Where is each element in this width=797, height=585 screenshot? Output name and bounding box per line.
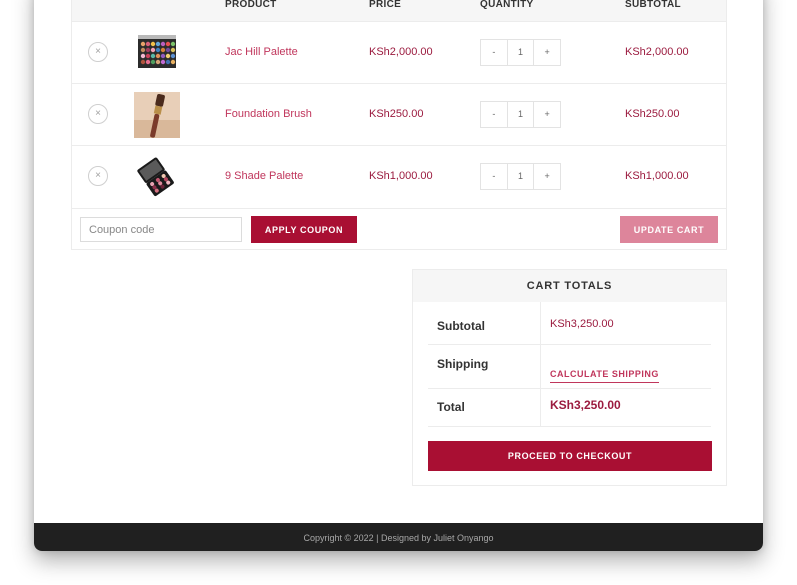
product-name-link[interactable]: Jac Hill Palette <box>225 46 298 58</box>
product-name-link[interactable]: Foundation Brush <box>225 108 312 120</box>
copyright-text: Copyright © 2022 | Designed by Juliet On… <box>303 533 494 543</box>
header-quantity: QUANTITY <box>480 0 534 10</box>
line-subtotal: KSh250.00 <box>625 108 680 120</box>
product-price: KSh2,000.00 <box>369 46 433 58</box>
subtotal-label: Subtotal <box>437 319 485 333</box>
remove-item-button[interactable]: × <box>88 166 108 186</box>
line-subtotal: KSh1,000.00 <box>625 170 689 182</box>
header-subtotal: SUBTOTAL <box>625 0 681 10</box>
proceed-to-checkout-button[interactable]: PROCEED TO CHECKOUT <box>428 441 712 471</box>
shipping-label: Shipping <box>437 357 489 371</box>
product-name-link[interactable]: 9 Shade Palette <box>225 170 303 182</box>
remove-item-button[interactable]: × <box>88 104 108 124</box>
subtotal-value: KSh3,250.00 <box>550 318 614 330</box>
compact-palette-thumbnail[interactable] <box>134 154 180 200</box>
shipping-row: Shipping CALCULATE SHIPPING <box>428 344 711 389</box>
quantity-increase-button[interactable]: + <box>534 40 560 65</box>
calculate-shipping-link[interactable]: CALCULATE SHIPPING <box>550 369 659 383</box>
browser-window: PRODUCT PRICE QUANTITY SUBTOTAL × Jac Hi… <box>34 0 763 551</box>
cart-table: PRODUCT PRICE QUANTITY SUBTOTAL × Jac Hi… <box>71 0 727 250</box>
total-value: KSh3,250.00 <box>550 398 621 412</box>
remove-item-button[interactable]: × <box>88 42 108 62</box>
cart-row: × 9 Shade Palette KSh1,000.00 - 1 + KSh1… <box>72 145 726 208</box>
header-product: PRODUCT <box>225 0 277 10</box>
cart-totals: CART TOTALS Subtotal KSh3,250.00 Shippin… <box>412 269 727 486</box>
cart-row: × Jac Hill Palette KSh2,000.00 - 1 + KSh… <box>72 21 726 84</box>
quantity-input[interactable]: 1 <box>506 102 535 127</box>
update-cart-button[interactable]: UPDATE CART <box>620 216 718 243</box>
cart-totals-heading: CART TOTALS <box>413 270 726 302</box>
line-subtotal: KSh2,000.00 <box>625 46 689 58</box>
total-row: Total KSh3,250.00 <box>428 388 711 427</box>
header-price: PRICE <box>369 0 402 10</box>
product-price: KSh250.00 <box>369 108 424 120</box>
quantity-stepper: - 1 + <box>480 163 561 190</box>
quantity-increase-button[interactable]: + <box>534 164 560 189</box>
total-label: Total <box>437 400 465 414</box>
apply-coupon-button[interactable]: APPLY COUPON <box>251 216 357 243</box>
product-price: KSh1,000.00 <box>369 170 433 182</box>
foundation-brush-thumbnail[interactable] <box>134 92 180 138</box>
cart-table-header: PRODUCT PRICE QUANTITY SUBTOTAL <box>72 0 726 21</box>
eyeshadow-palette-thumbnail[interactable] <box>134 30 180 76</box>
site-footer: Copyright © 2022 | Designed by Juliet On… <box>34 523 763 551</box>
quantity-decrease-button[interactable]: - <box>481 40 507 65</box>
subtotal-row: Subtotal KSh3,250.00 <box>428 302 711 345</box>
quantity-decrease-button[interactable]: - <box>481 164 507 189</box>
coupon-code-input[interactable] <box>80 217 242 242</box>
cart-row: × Foundation Brush KSh250.00 - 1 + KSh25… <box>72 83 726 146</box>
cart-actions: APPLY COUPON UPDATE CART <box>72 208 726 251</box>
quantity-increase-button[interactable]: + <box>534 102 560 127</box>
quantity-input[interactable]: 1 <box>506 164 535 189</box>
quantity-input[interactable]: 1 <box>506 40 535 65</box>
quantity-decrease-button[interactable]: - <box>481 102 507 127</box>
quantity-stepper: - 1 + <box>480 39 561 66</box>
quantity-stepper: - 1 + <box>480 101 561 128</box>
